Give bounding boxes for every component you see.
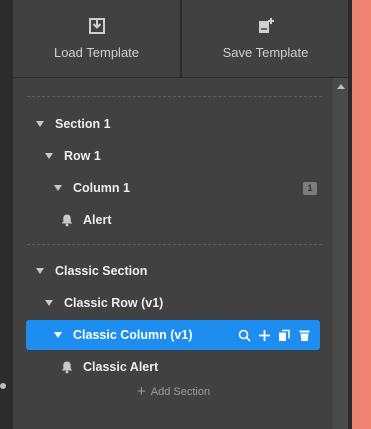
- tree-item-label: Column 1: [73, 181, 130, 195]
- add-section-label: Add Section: [150, 386, 211, 398]
- layers-panel: Load Template Save Template Section 1 Ro…: [12, 0, 349, 429]
- load-template-button[interactable]: Load Template: [13, 0, 180, 77]
- add-section-button[interactable]: + Add Section: [137, 383, 211, 400]
- scrollbar[interactable]: [333, 78, 349, 429]
- left-edge: [0, 0, 12, 429]
- tree-item-row-1[interactable]: Row 1: [13, 141, 333, 171]
- tree-item-column-1[interactable]: Column 1 1: [13, 173, 333, 203]
- tree-item-label: Classic Alert: [83, 360, 159, 374]
- caret-down-icon[interactable]: [45, 153, 53, 159]
- save-template-label: Save Template: [222, 45, 309, 60]
- tree-item-label: Classic Column (v1): [73, 328, 193, 342]
- caret-down-icon[interactable]: [36, 121, 44, 127]
- caret-down-icon[interactable]: [54, 332, 62, 338]
- caret-down-icon[interactable]: [45, 300, 53, 306]
- caret-down-icon[interactable]: [54, 185, 62, 191]
- bell-icon: [61, 361, 73, 374]
- page: Load Template Save Template Section 1 Ro…: [0, 0, 371, 429]
- search-icon[interactable]: [238, 329, 251, 342]
- download-icon: [88, 18, 105, 34]
- tree-item-section-1[interactable]: Section 1: [13, 109, 333, 139]
- tree-item-label: Alert: [83, 213, 112, 227]
- plus-icon: +: [137, 383, 146, 400]
- load-template-label: Load Template: [53, 45, 140, 60]
- preview-edge: [352, 0, 371, 429]
- tree-item-classic-row[interactable]: Classic Row (v1): [13, 288, 333, 318]
- divider: [27, 244, 322, 245]
- plus-icon[interactable]: [258, 329, 271, 342]
- bell-icon: [61, 214, 73, 227]
- tree-item-label: Classic Row (v1): [64, 296, 164, 310]
- trash-icon[interactable]: [298, 329, 311, 342]
- copy-icon[interactable]: [278, 329, 291, 342]
- tree-item-label: Section 1: [55, 117, 111, 131]
- edge-handle-icon[interactable]: [0, 383, 6, 389]
- tree-item-classic-alert[interactable]: Classic Alert: [13, 352, 333, 382]
- tree-item-classic-section[interactable]: Classic Section: [13, 256, 333, 286]
- scroll-up-arrow-icon[interactable]: [337, 84, 345, 89]
- template-toolbar: Load Template Save Template: [13, 0, 349, 78]
- item-actions: [238, 329, 311, 342]
- caret-down-icon[interactable]: [36, 268, 44, 274]
- tree-item-classic-column[interactable]: Classic Column (v1): [26, 320, 320, 350]
- tree-item-label: Row 1: [64, 149, 101, 163]
- save-template-button[interactable]: Save Template: [180, 0, 349, 77]
- layers-tree: Section 1 Row 1 Column 1 1 Alert Classic…: [13, 78, 349, 429]
- count-badge: 1: [303, 181, 317, 195]
- tree-item-alert[interactable]: Alert: [13, 205, 333, 235]
- tree-item-label: Classic Section: [55, 264, 148, 278]
- save-icon: [258, 18, 274, 33]
- divider: [27, 96, 322, 97]
